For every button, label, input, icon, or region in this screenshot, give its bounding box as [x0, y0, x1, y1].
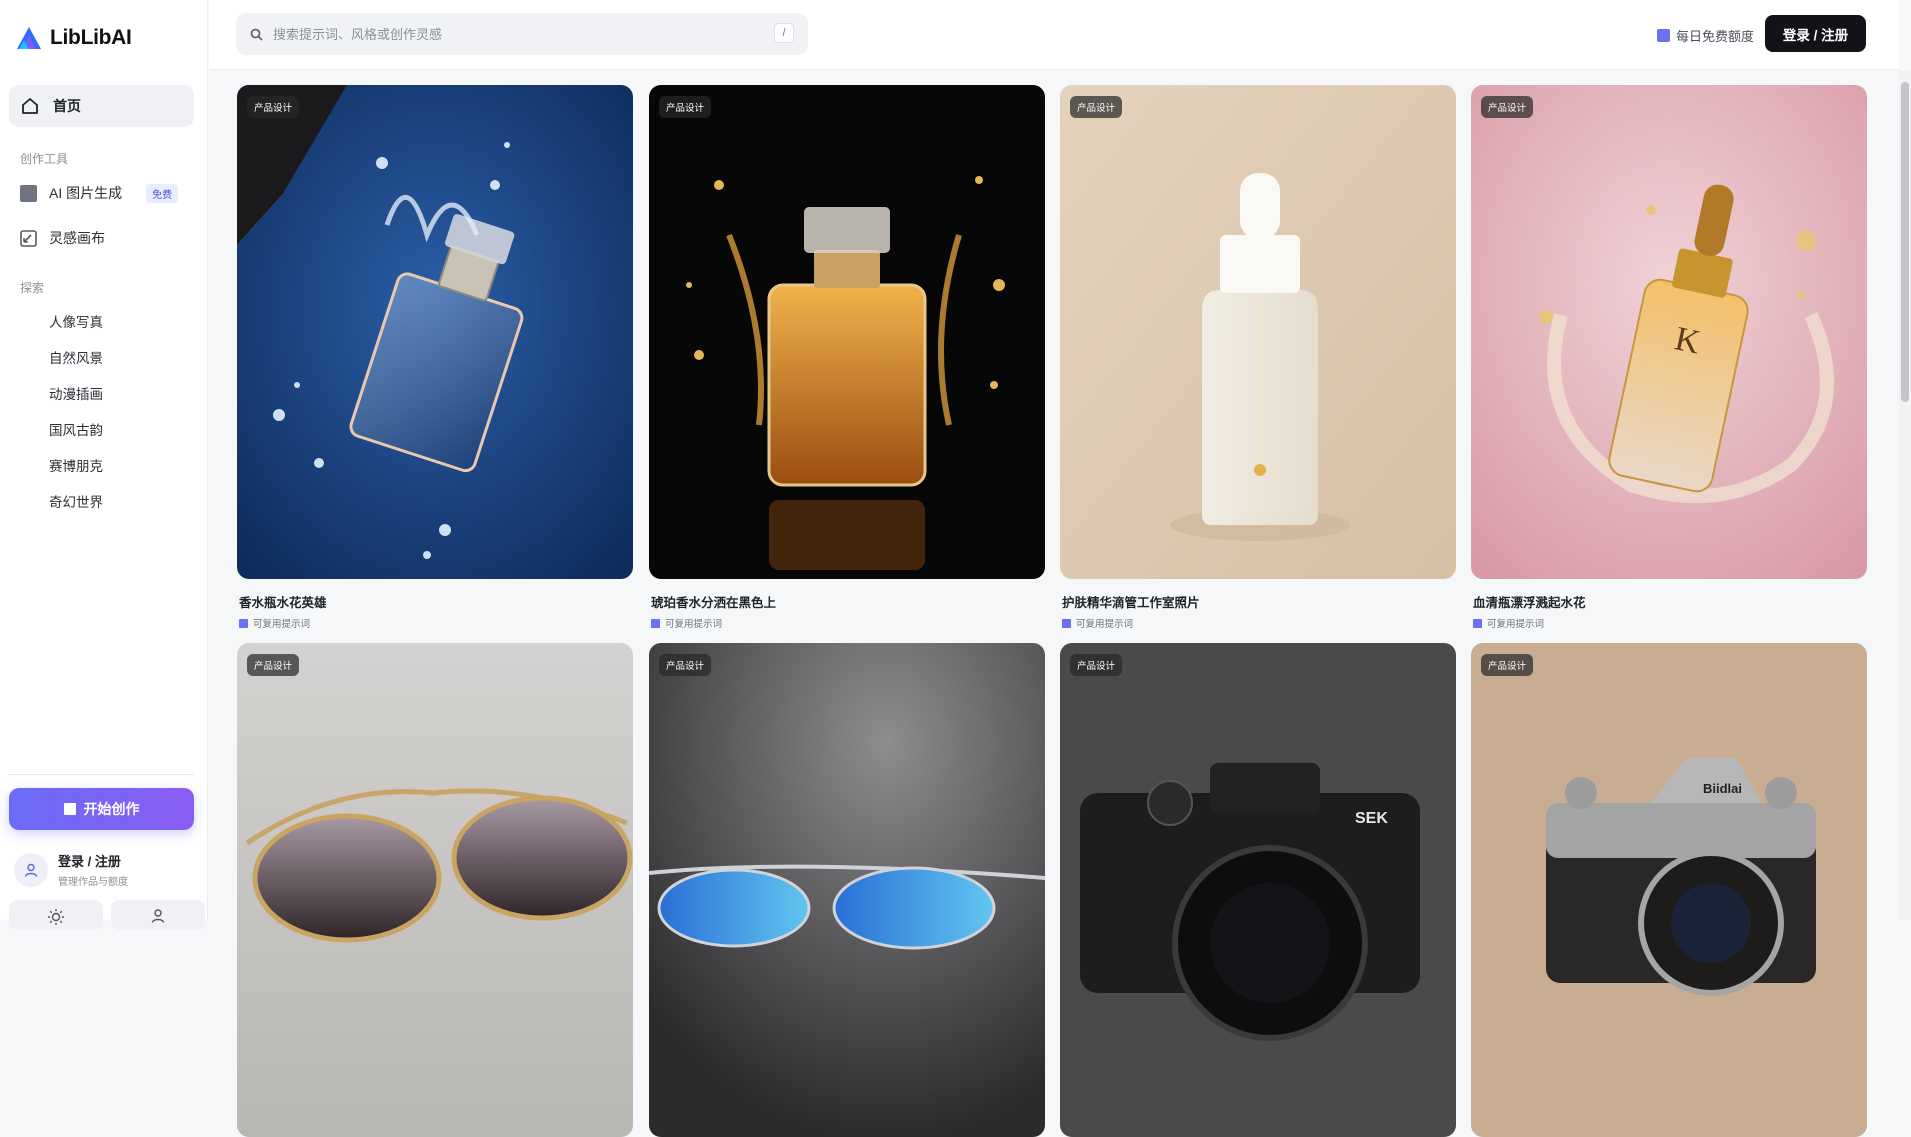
- app-name: LibLibAI: [50, 26, 132, 49]
- explore-item-guofeng[interactable]: 国风古韵: [49, 419, 103, 439]
- gallery-card[interactable]: 产品设计: [237, 643, 633, 1137]
- start-creating-button[interactable]: 开始创作: [9, 788, 194, 830]
- card-subtitle-text: 可复用提示词: [1076, 619, 1134, 630]
- card-title: 血清瓶漂浮溅起水花: [1473, 596, 1586, 610]
- serum-splash-image: K: [1471, 85, 1867, 579]
- sunglasses-blue-image: [649, 643, 1045, 1137]
- sidebar-login[interactable]: 登录 / 注册 管理作品与额度: [14, 851, 128, 888]
- tool-ai-image[interactable]: AI 图片生成 免费: [20, 183, 179, 203]
- category-tag: 产品设计: [659, 654, 712, 676]
- free-badge: 免费: [146, 183, 179, 203]
- card-image[interactable]: 产品设计: [1060, 85, 1456, 579]
- explore-item-landscape[interactable]: 自然风景: [49, 347, 103, 367]
- card-image[interactable]: SEK 产品设计: [1060, 643, 1456, 1137]
- sidebar-divider: [9, 774, 194, 775]
- profile-button[interactable]: [111, 900, 205, 930]
- top-bar: / 每日免费额度 登录 / 注册: [209, 0, 1899, 70]
- card-image[interactable]: 产品设计: [649, 85, 1045, 579]
- login-button[interactable]: 登录 / 注册: [1765, 15, 1866, 52]
- category-tag: 产品设计: [1481, 96, 1534, 118]
- explore-item-fantasy[interactable]: 奇幻世界: [49, 491, 103, 511]
- explore-item-portrait[interactable]: 人像写真: [49, 311, 103, 331]
- category-tag: 产品设计: [1070, 96, 1123, 118]
- vintage-camera-image: Biidlai: [1471, 643, 1867, 1137]
- tools-section-label: 创作工具: [20, 152, 69, 166]
- explore-section-label: 探索: [20, 281, 45, 295]
- camera-brand-text: SEK: [1355, 810, 1388, 827]
- explore-item-cyberpunk[interactable]: 赛博朋克: [49, 455, 103, 475]
- category-tag: 产品设计: [247, 654, 300, 676]
- user-icon: [24, 863, 38, 877]
- theme-toggle-button[interactable]: [9, 900, 103, 930]
- prompt-icon: [651, 618, 660, 628]
- card-image[interactable]: K 产品设计: [1471, 85, 1867, 579]
- nav-home[interactable]: 首页: [9, 85, 194, 127]
- amber-perfume-image: [649, 85, 1045, 579]
- prompt-icon: [1473, 618, 1482, 628]
- camera-dark-image: SEK: [1060, 643, 1456, 1137]
- card-subtitle: 可复用提示词: [237, 616, 633, 630]
- category-tag: 产品设计: [1481, 654, 1534, 676]
- gallery-card[interactable]: K 产品设计 血清瓶漂浮溅起水花 可复用提示词: [1471, 85, 1867, 630]
- nav-home-label: 首页: [53, 98, 81, 114]
- card-image[interactable]: 产品设计: [237, 85, 633, 579]
- card-image[interactable]: 产品设计: [649, 643, 1045, 1137]
- search-icon: [250, 28, 263, 41]
- sidebar-login-subtitle: 管理作品与额度: [58, 877, 128, 888]
- gallery-card[interactable]: 产品设计 护肤精华滴管工作室照片 可复用提示词: [1060, 85, 1456, 630]
- gallery-card[interactable]: 产品设计 香水瓶水花英雄 可复用提示词: [237, 85, 633, 630]
- canvas-icon: [20, 229, 37, 247]
- card-title: 香水瓶水花英雄: [239, 596, 327, 610]
- tool-canvas[interactable]: 灵感画布: [20, 228, 105, 248]
- person-icon: [151, 909, 165, 923]
- tool-ai-image-label: AI 图片生成: [49, 185, 123, 201]
- avatar: [14, 852, 48, 887]
- start-creating-label: 开始创作: [83, 801, 140, 817]
- home-icon: [22, 98, 38, 114]
- card-subtitle-text: 可复用提示词: [253, 619, 311, 630]
- gallery-card[interactable]: 产品设计 琥珀香水分洒在黑色上 可复用提示词: [649, 85, 1045, 630]
- card-title: 琥珀香水分洒在黑色上: [651, 596, 777, 610]
- quota-icon: [1657, 29, 1670, 42]
- serum-dropper-image: [1060, 85, 1456, 579]
- daily-quota[interactable]: 每日免费额度: [1657, 26, 1754, 45]
- explore-item-anime[interactable]: 动漫插画: [49, 383, 103, 403]
- gallery-card[interactable]: 产品设计: [649, 643, 1045, 1137]
- search-input[interactable]: [273, 26, 753, 42]
- search-shortcut-key: /: [774, 23, 794, 43]
- gallery-card[interactable]: Biidlai 产品设计: [1471, 643, 1867, 1137]
- card-image[interactable]: 产品设计: [237, 643, 633, 1137]
- category-tag: 产品设计: [659, 96, 712, 118]
- sun-icon: [48, 909, 64, 925]
- logo[interactable]: LibLibAI: [16, 26, 132, 50]
- sidebar-login-title: 登录 / 注册: [58, 854, 121, 869]
- tool-canvas-label: 灵感画布: [49, 230, 105, 246]
- sidebar: LibLibAI 首页 创作工具 AI 图片生成 免费 灵感画布 探索 人像写真…: [0, 0, 208, 930]
- card-subtitle: 可复用提示词: [649, 616, 1045, 630]
- scrollbar[interactable]: [1899, 70, 1911, 920]
- logo-icon: [17, 27, 41, 49]
- perfume-splash-image: [237, 85, 633, 579]
- camera-brand-text: Biidlai: [1703, 781, 1742, 796]
- image-gen-icon: [20, 184, 37, 202]
- card-subtitle-text: 可复用提示词: [665, 619, 723, 630]
- card-subtitle-text: 可复用提示词: [1487, 619, 1545, 630]
- category-tag: 产品设计: [247, 96, 300, 118]
- scroll-thumb[interactable]: [1901, 82, 1909, 402]
- gallery-card[interactable]: SEK 产品设计: [1060, 643, 1456, 1137]
- search-box[interactable]: /: [236, 13, 808, 55]
- prompt-icon: [239, 618, 248, 628]
- card-subtitle: 可复用提示词: [1471, 616, 1867, 630]
- daily-quota-label: 每日免费额度: [1676, 29, 1755, 44]
- card-title: 护肤精华滴管工作室照片: [1062, 596, 1200, 610]
- sunglasses-gold-image: [237, 643, 633, 1137]
- prompt-icon: [1062, 618, 1071, 628]
- card-image[interactable]: Biidlai 产品设计: [1471, 643, 1867, 1137]
- category-tag: 产品设计: [1070, 654, 1123, 676]
- card-subtitle: 可复用提示词: [1060, 616, 1456, 630]
- start-icon: [63, 803, 76, 815]
